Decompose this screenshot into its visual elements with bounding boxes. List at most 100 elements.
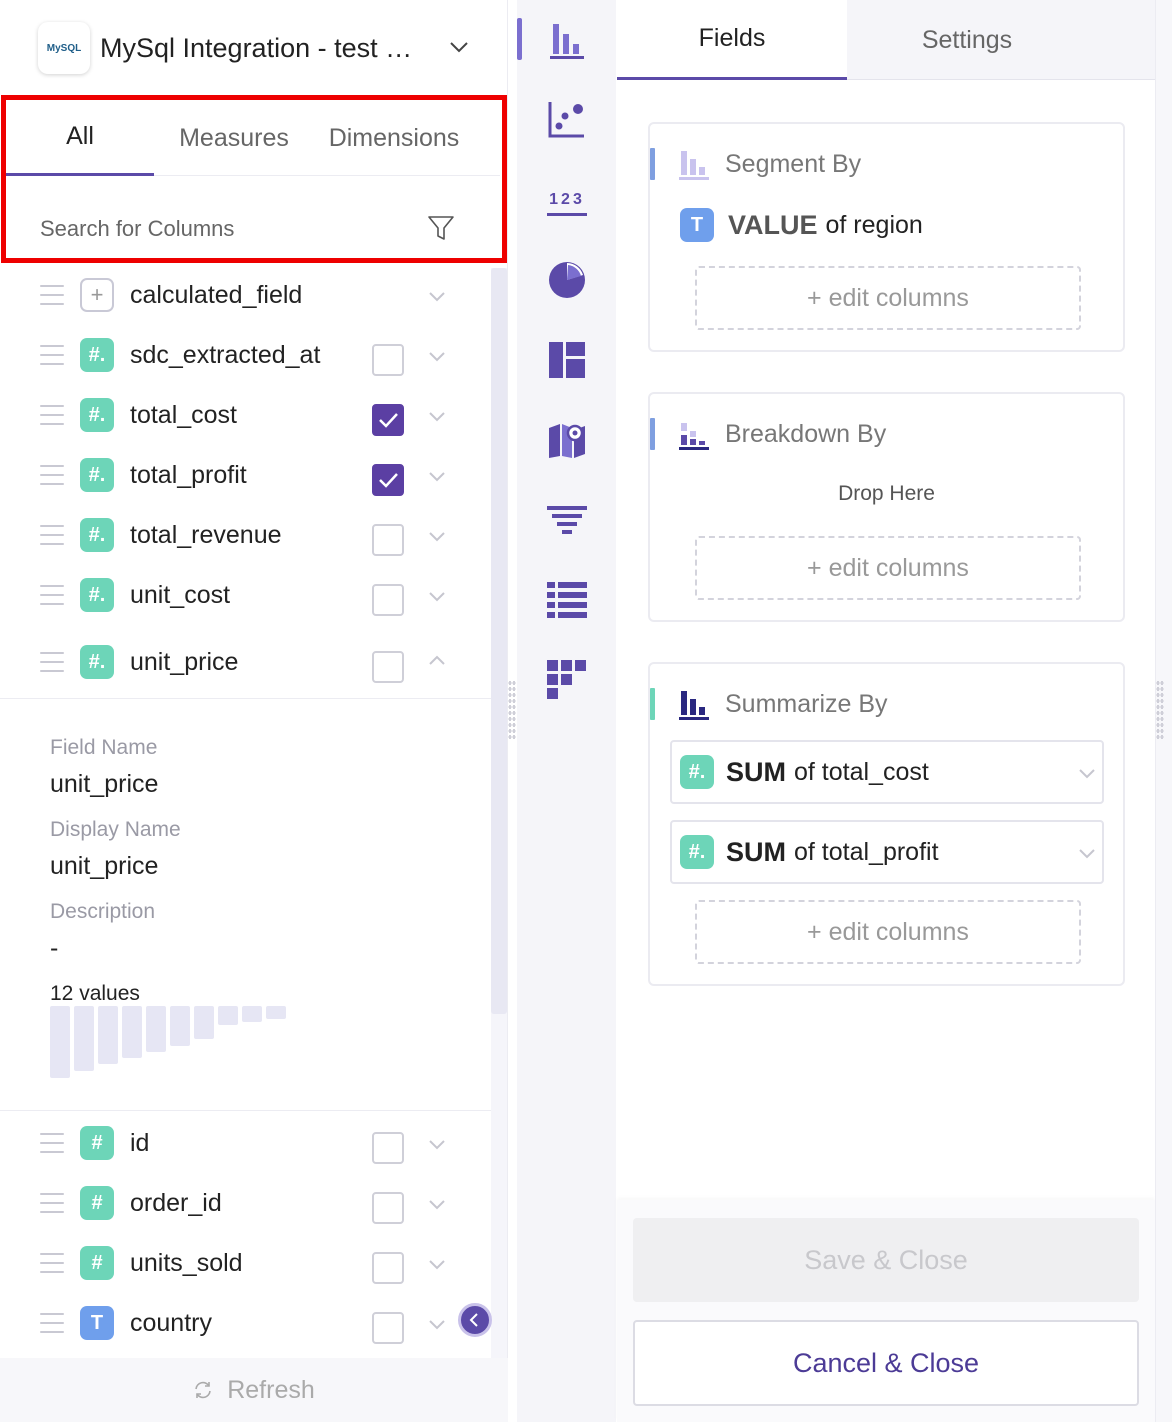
drop-zone-hint: Drop Here xyxy=(838,482,935,505)
tab-fields[interactable]: Fields xyxy=(617,0,847,80)
aggregation-label: VALUE xyxy=(728,209,818,240)
numeric-type-icon: # xyxy=(80,1126,114,1160)
field-checkbox[interactable] xyxy=(372,1252,404,1284)
field-name: total_cost xyxy=(130,400,238,429)
chevron-down-icon[interactable] xyxy=(428,587,446,605)
segment-by-header: Segment By xyxy=(650,146,861,182)
field-name-label: Field Name xyxy=(50,736,158,759)
breakdown-by-card: Breakdown By Drop Here + edit columns xyxy=(648,392,1125,622)
chevron-up-icon[interactable] xyxy=(428,652,446,670)
numbers-icon[interactable]: 123 xyxy=(547,186,587,216)
field-name: country xyxy=(130,1308,212,1337)
field-name: units_sold xyxy=(130,1248,243,1277)
field-checkbox[interactable] xyxy=(372,524,404,556)
segment-field[interactable]: T VALUE of region xyxy=(680,208,923,242)
field-row[interactable]: # units_sold xyxy=(40,1239,470,1287)
tab-settings[interactable]: Settings xyxy=(847,0,1087,80)
data-source-selector[interactable]: MySQL MySql Integration - test schema xyxy=(38,22,478,74)
field-row-expanded[interactable]: #. unit_price xyxy=(40,638,470,686)
drag-handle-icon[interactable] xyxy=(40,405,64,425)
histogram-bar xyxy=(98,1006,118,1064)
chevron-down-icon[interactable] xyxy=(428,467,446,485)
funnel-icon[interactable] xyxy=(547,500,587,540)
values-count: 12 values xyxy=(50,982,140,1005)
segment-edit-columns-button[interactable]: + edit columns xyxy=(695,266,1081,330)
field-checkbox[interactable] xyxy=(372,1132,404,1164)
save-close-button[interactable]: Save & Close xyxy=(633,1218,1139,1302)
resize-handle[interactable] xyxy=(1156,680,1164,740)
checkmark-icon xyxy=(379,413,398,428)
field-row[interactable]: #. sdc_extracted_at xyxy=(40,331,470,379)
data-source-title: MySql Integration - test schema xyxy=(100,32,422,63)
field-row[interactable]: #. total_cost xyxy=(40,391,470,439)
chevron-down-icon[interactable] xyxy=(428,287,446,305)
drag-handle-icon[interactable] xyxy=(40,1133,64,1153)
chevron-down-icon[interactable] xyxy=(428,1195,446,1213)
drag-handle-icon[interactable] xyxy=(40,585,64,605)
divider xyxy=(0,698,491,699)
pie-chart-icon[interactable] xyxy=(547,260,587,300)
field-reference: of total_profit xyxy=(794,837,939,866)
chevron-down-icon[interactable] xyxy=(428,347,446,365)
field-row[interactable]: #. unit_cost xyxy=(40,571,470,619)
treemap-icon[interactable] xyxy=(547,340,587,380)
histogram-bar xyxy=(170,1006,190,1046)
config-tabs: Fields Settings xyxy=(617,0,1155,80)
summary-measure[interactable]: #. SUM of total_profit xyxy=(670,820,1104,884)
numeric-type-icon: #. xyxy=(80,398,114,432)
field-row[interactable]: # order_id xyxy=(40,1179,470,1227)
histogram-bar xyxy=(50,1006,70,1078)
chevron-down-icon[interactable] xyxy=(428,1255,446,1273)
cancel-close-button[interactable]: Cancel & Close xyxy=(633,1320,1139,1406)
field-row[interactable]: T country xyxy=(40,1299,470,1347)
scrollbar-thumb[interactable] xyxy=(491,268,507,1014)
summarize-edit-columns-button[interactable]: + edit columns xyxy=(695,900,1081,964)
refresh-button[interactable]: Refresh xyxy=(0,1358,508,1422)
histogram-bar xyxy=(266,1006,286,1019)
chevron-down-icon[interactable] xyxy=(428,407,446,425)
numeric-type-icon: #. xyxy=(80,458,114,492)
histogram-bar xyxy=(74,1006,94,1071)
field-checkbox[interactable] xyxy=(372,464,404,496)
summarize-icon xyxy=(679,691,709,720)
field-name-value: unit_price xyxy=(50,770,159,798)
chevron-down-icon[interactable] xyxy=(1078,764,1096,782)
field-checkbox[interactable] xyxy=(372,584,404,616)
table-icon[interactable] xyxy=(547,580,587,620)
collapse-panel-button[interactable] xyxy=(458,1303,492,1337)
drag-handle-icon[interactable] xyxy=(40,652,64,672)
drag-handle-icon[interactable] xyxy=(40,1193,64,1213)
chevron-down-icon[interactable] xyxy=(448,36,470,58)
resize-handle[interactable] xyxy=(508,680,516,740)
drag-handle-icon[interactable] xyxy=(40,1313,64,1333)
drag-handle-icon[interactable] xyxy=(40,465,64,485)
drag-handle-icon[interactable] xyxy=(40,1253,64,1273)
text-type-icon: T xyxy=(80,1306,114,1340)
map-icon[interactable] xyxy=(547,420,587,460)
field-row[interactable]: #. total_profit xyxy=(40,451,470,499)
breakdown-by-title: Breakdown By xyxy=(725,419,887,448)
field-checkbox[interactable] xyxy=(372,404,404,436)
chevron-down-icon[interactable] xyxy=(428,1135,446,1153)
field-checkbox[interactable] xyxy=(372,344,404,376)
chevron-down-icon[interactable] xyxy=(428,1315,446,1333)
heatmap-icon[interactable] xyxy=(547,660,587,700)
field-row[interactable]: # id xyxy=(40,1119,470,1167)
scatter-chart-icon[interactable] xyxy=(547,100,587,140)
breakdown-edit-columns-button[interactable]: + edit columns xyxy=(695,536,1081,600)
field-checkbox[interactable] xyxy=(372,1192,404,1224)
drag-handle-icon[interactable] xyxy=(40,345,64,365)
field-checkbox[interactable] xyxy=(372,1312,404,1344)
field-name: calculated_field xyxy=(130,280,303,309)
drag-handle-icon[interactable] xyxy=(40,525,64,545)
bar-chart-icon[interactable] xyxy=(517,18,587,60)
field-checkbox[interactable] xyxy=(372,651,404,683)
field-row[interactable]: + calculated_field xyxy=(40,271,470,319)
segment-by-title: Segment By xyxy=(725,149,862,178)
drag-handle-icon[interactable] xyxy=(40,285,64,305)
summary-measure[interactable]: #. SUM of total_cost xyxy=(670,740,1104,804)
field-row[interactable]: #. total_revenue xyxy=(40,511,470,559)
numeric-type-icon: #. xyxy=(680,755,714,789)
chevron-down-icon[interactable] xyxy=(428,527,446,545)
chevron-down-icon[interactable] xyxy=(1078,844,1096,862)
